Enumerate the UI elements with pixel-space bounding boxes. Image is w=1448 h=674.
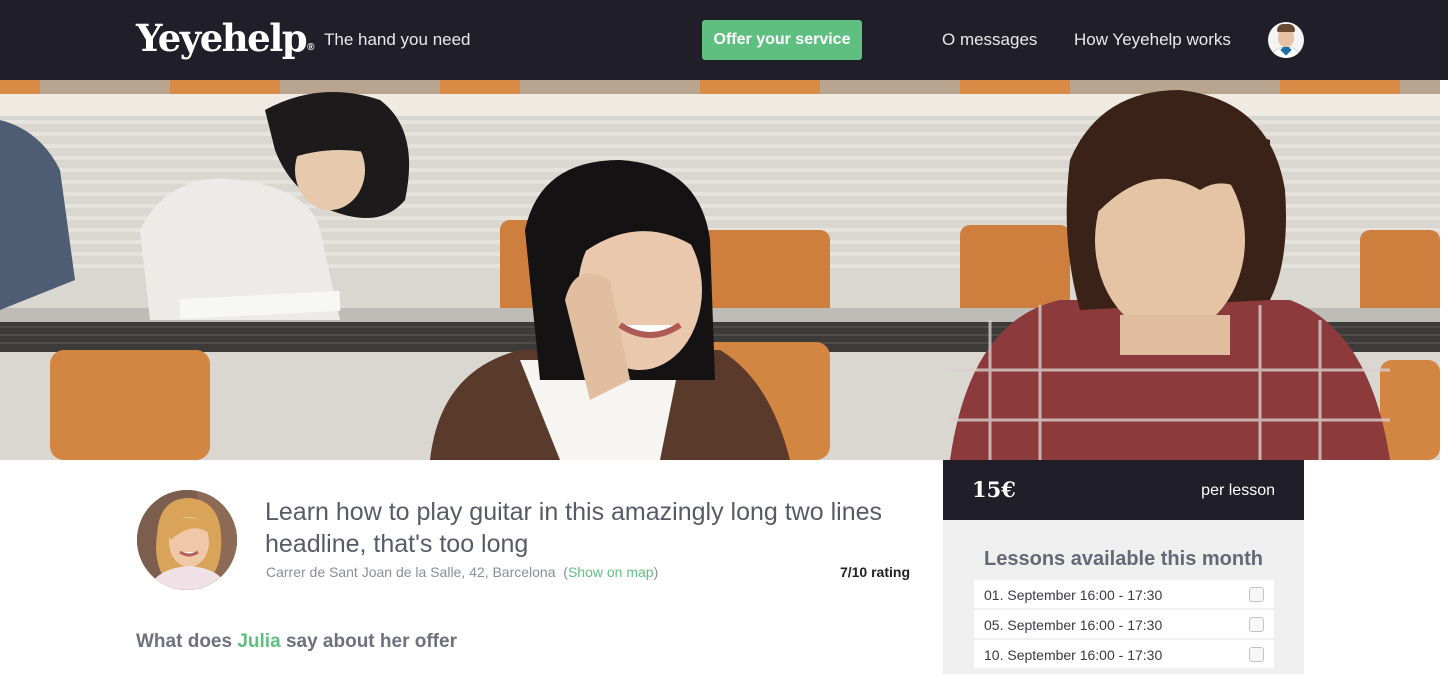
offer-address: Carrer de Sant Joan de la Salle, 42, Bar…: [266, 564, 658, 581]
about-offer-heading: What does Julia say about her offer: [136, 630, 457, 654]
lesson-slot[interactable]: 01. September 16:00 - 17:30: [974, 580, 1274, 608]
offer-your-service-button[interactable]: Offer your service: [702, 20, 862, 60]
provider-photo: [137, 490, 237, 590]
lesson-slot-checkbox[interactable]: [1249, 617, 1264, 632]
map-paren-close: ): [653, 564, 659, 580]
lesson-slot-label: 10. September 16:00 - 17:30: [984, 647, 1163, 663]
price-header: 15€ per lesson: [943, 460, 1304, 520]
offer-headline: Learn how to play guitar in this amazing…: [265, 498, 883, 558]
about-prefix: What does: [136, 631, 233, 652]
logo-text: Yeyehelp: [136, 16, 308, 60]
about-suffix: say about her offer: [285, 631, 457, 652]
top-navigation-bar: Yeyehelp® The hand you need Offer your s…: [0, 0, 1448, 80]
lesson-slot[interactable]: 05. September 16:00 - 17:30: [974, 610, 1274, 638]
lesson-slot-checkbox[interactable]: [1249, 647, 1264, 662]
user-avatar[interactable]: [1268, 22, 1304, 58]
provider-avatar[interactable]: [137, 490, 237, 590]
lessons-title: Lessons available this month: [984, 548, 1263, 570]
price-unit: per lesson: [1201, 482, 1275, 499]
address-text: Carrer de Sant Joan de la Salle, 42, Bar…: [266, 564, 556, 580]
price-value: 15€: [972, 477, 1016, 502]
messages-link[interactable]: O messages: [942, 30, 1037, 50]
how-it-works-link[interactable]: How Yeyehelp works: [1074, 30, 1231, 50]
yeyehelp-logo[interactable]: Yeyehelp®: [136, 14, 315, 62]
page-edge: [1440, 80, 1448, 674]
pricing-card: 15€ per lesson Lessons available this mo…: [943, 460, 1304, 674]
show-on-map-link[interactable]: Show on map: [568, 564, 654, 580]
lesson-slot-label: 01. September 16:00 - 17:30: [984, 587, 1163, 603]
avatar-hair: [1277, 24, 1295, 32]
hero-illustration: [0, 80, 1440, 460]
registered-mark: ®: [307, 42, 315, 53]
hero-classroom-photo: [0, 80, 1440, 460]
lesson-slot[interactable]: 10. September 16:00 - 17:30: [974, 640, 1274, 668]
provider-name: Julia: [237, 631, 281, 652]
lesson-slot-checkbox[interactable]: [1249, 587, 1264, 602]
lesson-slot-label: 05. September 16:00 - 17:30: [984, 617, 1163, 633]
tagline: The hand you need: [324, 30, 471, 49]
offer-rating: 7/10 rating: [839, 564, 910, 580]
